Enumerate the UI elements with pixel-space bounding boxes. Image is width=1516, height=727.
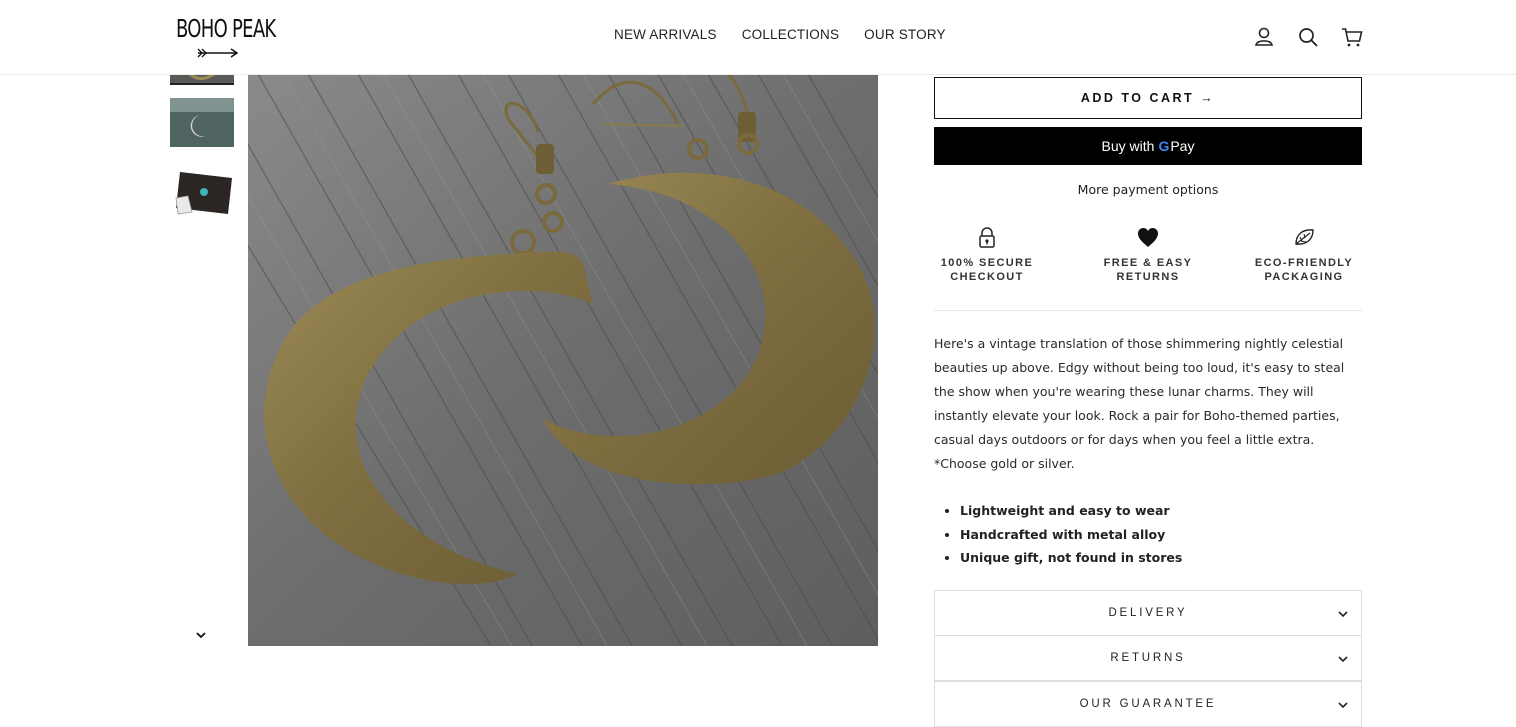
chevron-down-icon [1338, 656, 1348, 663]
product-main-image[interactable] [248, 74, 878, 646]
leaf-icon [1295, 229, 1314, 245]
logo-text: BOHO PEAK [176, 14, 276, 43]
earring-gift-box-thumb [170, 168, 234, 224]
add-to-cart-label: ADD TO CART → [1080, 91, 1216, 105]
feature-easy-returns: FREE & EASY RETURNS [1083, 226, 1213, 284]
feature-secure-checkout: 100% SECURE CHECKOUT [922, 226, 1052, 284]
list-item: Lightweight and easy to wear [960, 499, 1362, 523]
thumbnail-active[interactable] [170, 74, 234, 85]
accordion-delivery[interactable]: DELIVERY [934, 590, 1362, 636]
feature-label: FREE & EASY RETURNS [1103, 257, 1193, 283]
google-g-icon: G [1158, 138, 1170, 154]
accordion-label: RETURNS [1110, 652, 1186, 664]
logo[interactable]: BOHO PEAK [174, 12, 276, 60]
thumbnail-2[interactable] [170, 98, 234, 147]
lock-icon [979, 227, 995, 248]
accordion-our-guarantee[interactable]: OUR GUARANTEE [934, 681, 1362, 727]
google-pay-button[interactable]: Buy with G Pay [934, 127, 1362, 165]
feature-label: 100% SECURE CHECKOUT [940, 257, 1034, 283]
product-feature-list: Lightweight and easy to wear Handcrafted… [934, 499, 1362, 570]
list-item: Handcrafted with metal alloy [960, 523, 1362, 547]
main-nav: NEW ARRIVALS COLLECTIONS OUR STORY [614, 27, 946, 42]
chevron-down-icon [1338, 611, 1348, 618]
nav-our-story[interactable]: OUR STORY [864, 27, 946, 42]
moon-earrings-photo [248, 74, 878, 646]
gpay-prefix: Buy with [1101, 138, 1155, 154]
moon-earrings-thumb-silver [170, 98, 234, 147]
site-header: BOHO PEAK NEW ARRIVALS COLLECTIONS OUR S… [0, 0, 1516, 75]
account-icon[interactable] [1253, 26, 1275, 48]
more-payment-options-link[interactable]: More payment options [934, 182, 1362, 197]
nav-new-arrivals[interactable]: NEW ARRIVALS [614, 27, 717, 42]
nav-collections[interactable]: COLLECTIONS [742, 27, 839, 42]
feature-eco-packaging: ECO-FRIENDLY PACKAGING [1239, 226, 1369, 284]
product-description: Here's a vintage translation of those sh… [934, 336, 1345, 471]
accordion-returns[interactable]: RETURNS [934, 635, 1362, 681]
add-to-cart-button[interactable]: ADD TO CART → [934, 77, 1362, 119]
gpay-suffix: Pay [1170, 138, 1195, 154]
cart-icon[interactable] [1341, 26, 1363, 48]
arrow-logo-icon [197, 48, 239, 58]
search-icon[interactable] [1297, 26, 1319, 48]
chevron-down-icon [1338, 702, 1348, 709]
accordion-label: OUR GUARANTEE [1079, 698, 1217, 710]
feature-label: ECO-FRIENDLY PACKAGING [1254, 257, 1354, 283]
moon-earrings-thumb-bronze [170, 74, 234, 83]
heart-icon [1138, 228, 1158, 247]
accordion-label: DELIVERY [1108, 607, 1188, 619]
list-item: Unique gift, not found in stores [960, 546, 1362, 570]
thumbnail-3[interactable] [170, 168, 234, 224]
section-divider [934, 310, 1362, 311]
chevron-down-icon[interactable] [194, 628, 208, 642]
